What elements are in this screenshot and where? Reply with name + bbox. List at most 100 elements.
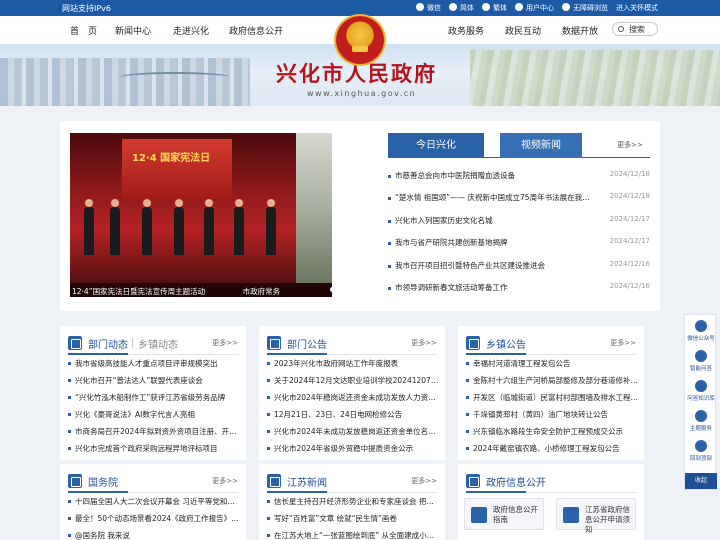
state-council-icon bbox=[68, 474, 82, 488]
globe-icon bbox=[482, 3, 490, 11]
stage-screen: 12·4 国家宪法日 bbox=[122, 139, 232, 199]
farmland-image bbox=[470, 50, 720, 106]
search-box[interactable]: 搜索 bbox=[612, 22, 658, 36]
list-item[interactable]: 兴化市完成首个政府采购远程异地评标项目 bbox=[68, 443, 240, 455]
next-slide-preview[interactable] bbox=[296, 133, 332, 283]
tab-town-news[interactable]: 乡镇动态 bbox=[138, 336, 178, 351]
main-nav: 首 页 新闻中心 走进兴化 政府信息公开 政务服务 政民互动 数据开放 搜索 bbox=[0, 16, 720, 64]
list-item[interactable]: 写好“百姓富”文章 绘就“民生情”画卷 bbox=[267, 513, 439, 525]
nav-home[interactable]: 首 页 bbox=[70, 24, 97, 37]
person-figure bbox=[110, 199, 120, 255]
care-mode-link[interactable]: 进入关怀模式 bbox=[616, 3, 658, 13]
more-link[interactable]: 更多>> bbox=[411, 476, 437, 486]
simplified-link[interactable]: 简体 bbox=[449, 3, 474, 13]
list-item[interactable]: 2024年戴窑镇农路、小桥修理工程发包公告 bbox=[466, 443, 638, 455]
user-center-link[interactable]: 用户中心 bbox=[515, 3, 554, 13]
list-item[interactable]: 兴化市召开“普法达人”联盟代表座谈会 bbox=[68, 375, 240, 387]
wechat-link[interactable]: 微信 bbox=[416, 3, 441, 13]
list-item[interactable]: 兴化《豪哥说法》AI数字代言人亮相 bbox=[68, 409, 240, 421]
notice-icon bbox=[267, 336, 281, 350]
list-item[interactable]: 12月21日、23日、24日电网检修公告 bbox=[267, 409, 439, 421]
list-item[interactable]: 兴化市2024年未成功发放稳岗返还资金单位名单最... bbox=[267, 426, 439, 438]
list-item[interactable]: 最全！50个动态场景看2024《政府工作报告》全文 bbox=[68, 513, 240, 525]
news-item[interactable]: 市慈善总会向市中医院捐赠血透设备 2024/12/18 bbox=[388, 170, 650, 184]
gov-info-apply-button[interactable]: 江苏省政府信息公开申请须知 bbox=[556, 498, 636, 534]
nav-open-data[interactable]: 数据开放 bbox=[562, 24, 598, 37]
list-item[interactable]: 兴东镇临水路段生命安全防护工程预成交公示 bbox=[466, 426, 638, 438]
list-item[interactable]: 兴化市2024年稳岗返还资金未成功发放人力资源服... bbox=[267, 392, 439, 404]
list-item[interactable]: 兴化市2024年省级外贸稳中提质资金公示 bbox=[267, 443, 439, 455]
nav-interaction[interactable]: 政民互动 bbox=[505, 24, 541, 37]
panel-header: 江苏新闻 更多>> bbox=[267, 474, 437, 489]
panel-title: 乡镇公告 bbox=[486, 340, 526, 351]
globe-icon bbox=[449, 3, 457, 11]
nav-about[interactable]: 走进兴化 bbox=[173, 24, 209, 37]
tab-today-xinghua[interactable]: 今日兴化 bbox=[388, 133, 484, 158]
list-item[interactable]: @国务院 我来说 bbox=[68, 530, 240, 540]
news-item[interactable]: 我市召开项目招引暨特色产业共区建设推进会 2024/12/16 bbox=[388, 260, 650, 274]
nav-gov-service[interactable]: 政务服务 bbox=[448, 24, 484, 37]
site-domain: www.xinghua.gov.cn bbox=[307, 89, 417, 98]
building-icon bbox=[68, 336, 82, 350]
list-item[interactable]: 市商务局召开2024年拟到资外资项目注册、开户专... bbox=[68, 426, 240, 438]
more-link[interactable]: 更多>> bbox=[610, 338, 636, 348]
jiangsu-news-panel: 江苏新闻 更多>> 信长星主持召开经济形势企业和专家座谈会 把握机... 写好“… bbox=[259, 464, 445, 540]
national-emblem-icon[interactable] bbox=[336, 16, 384, 64]
list-item[interactable]: 十四届全国人大二次会议开幕会 习近平等党和国家... bbox=[68, 496, 240, 508]
list-item[interactable]: 千垛镇黄邳村（黄四）油厂地块转让公告 bbox=[466, 409, 638, 421]
list-item[interactable]: “兴化竹泓木船制作工”获评江苏省级劳务品牌 bbox=[68, 392, 240, 404]
list-item[interactable]: 关于2024年12月文达职业培训学校20241207班次... bbox=[267, 375, 439, 387]
collapse-button[interactable]: 收起 bbox=[685, 473, 717, 489]
list-item[interactable]: 在江苏大地上“一张蓝图绘到底” 从全面建成小康社... bbox=[267, 530, 439, 540]
more-link[interactable]: 更多>> bbox=[212, 338, 238, 348]
news-item[interactable]: 我市与省产研院共建创新基地揭牌 2024/12/17 bbox=[388, 237, 650, 251]
traditional-link[interactable]: 繁体 bbox=[482, 3, 507, 13]
carousel-caption[interactable]: 12·4”国家宪法日暨宪法宣传周主题活动 市政府常务 bbox=[70, 283, 332, 297]
news-tabs: 今日兴化 视频新闻 更多>> bbox=[388, 133, 650, 158]
list-item[interactable]: 2023年兴化市政府网站工作年度报表 bbox=[267, 358, 439, 370]
news-item[interactable]: 兴化市入列国家历史文化名城 2024/12/17 bbox=[388, 215, 650, 229]
panel-title: 国务院 bbox=[88, 478, 118, 489]
theme-service-button[interactable]: 主题服务 bbox=[685, 407, 717, 437]
dept-notice-panel: 部门公告 更多>> 2023年兴化市政府网站工作年度报表 关于2024年12月文… bbox=[259, 326, 445, 460]
list-item[interactable]: 幸福村河道清理工程发包公告 bbox=[466, 358, 638, 370]
panel-header: 部门公告 更多>> bbox=[267, 336, 437, 351]
news-carousel[interactable]: 12·4 国家宪法日 12·4”国家宪法日暨宪法宣传周主题活动 市政府常务 bbox=[70, 133, 332, 297]
state-council-panel: 国务院 更多>> 十四届全国人大二次会议开幕会 习近平等党和国家... 最全！5… bbox=[60, 464, 246, 540]
floating-toolbar: 微信公众号 智能问答 问答知识库 主题服务 回到顶部 收起 bbox=[684, 314, 717, 490]
document-icon bbox=[563, 507, 579, 523]
list-item[interactable]: 金陈村十六组生产河桥局部整修及部分巷道修补工... bbox=[466, 375, 638, 387]
list-item[interactable]: 我市省级高技能人才重点项目评审规模突出 bbox=[68, 358, 240, 370]
nav-gov-info[interactable]: 政府信息公开 bbox=[229, 24, 283, 37]
carousel-dot[interactable] bbox=[330, 287, 332, 292]
person-figure bbox=[234, 199, 244, 255]
user-icon bbox=[515, 3, 523, 11]
back-to-top-button[interactable]: 回到顶部 bbox=[685, 437, 717, 467]
book-icon bbox=[695, 380, 707, 392]
nav-news[interactable]: 新闻中心 bbox=[115, 24, 151, 37]
more-link[interactable]: 更多>> bbox=[212, 476, 238, 486]
wechat-account-button[interactable]: 微信公众号 bbox=[685, 317, 717, 347]
gov-info-guide-button[interactable]: 政府信息公开指南 bbox=[464, 498, 544, 530]
news-more-link[interactable]: 更多>> bbox=[610, 133, 650, 158]
news-item[interactable]: 市领导调研新春文旅活动筹备工作 2024/12/16 bbox=[388, 282, 650, 296]
gov-info-panel: 政府信息公开 政府信息公开指南 江苏省政府信息公开申请须知 bbox=[458, 464, 644, 540]
more-link[interactable]: 更多>> bbox=[411, 338, 437, 348]
accessibility-icon bbox=[562, 3, 570, 11]
tab-dept-news[interactable]: 部门动态 bbox=[88, 336, 128, 351]
document-icon bbox=[471, 507, 487, 523]
accessibility-link[interactable]: 无障碍浏览 bbox=[562, 3, 608, 13]
ipv6-label: 网站支持IPv6 bbox=[62, 4, 112, 13]
person-figure bbox=[266, 199, 276, 255]
wechat-icon bbox=[416, 3, 424, 11]
chat-icon bbox=[695, 350, 707, 362]
news-item[interactable]: “楚水情 祖国颂”—— 庆祝新中国成立75周年书法展在我市... 2024/12/… bbox=[388, 192, 650, 206]
search-icon bbox=[618, 26, 624, 32]
tab-video-news[interactable]: 视频新闻 bbox=[500, 133, 582, 158]
qa-knowledge-button[interactable]: 问答知识库 bbox=[685, 377, 717, 407]
panel-title: 政府信息公开 bbox=[486, 478, 546, 489]
list-item[interactable]: 信长星主持召开经济形势企业和专家座谈会 把握机... bbox=[267, 496, 439, 508]
smart-qa-button[interactable]: 智能问答 bbox=[685, 347, 717, 377]
list-item[interactable]: 开发区（临城街道）民富村村部围墙及排水工程资... bbox=[466, 392, 638, 404]
dept-news-panel: 部门动态 乡镇动态 更多>> 我市省级高技能人才重点项目评审规模突出 兴化市召开… bbox=[60, 326, 246, 460]
